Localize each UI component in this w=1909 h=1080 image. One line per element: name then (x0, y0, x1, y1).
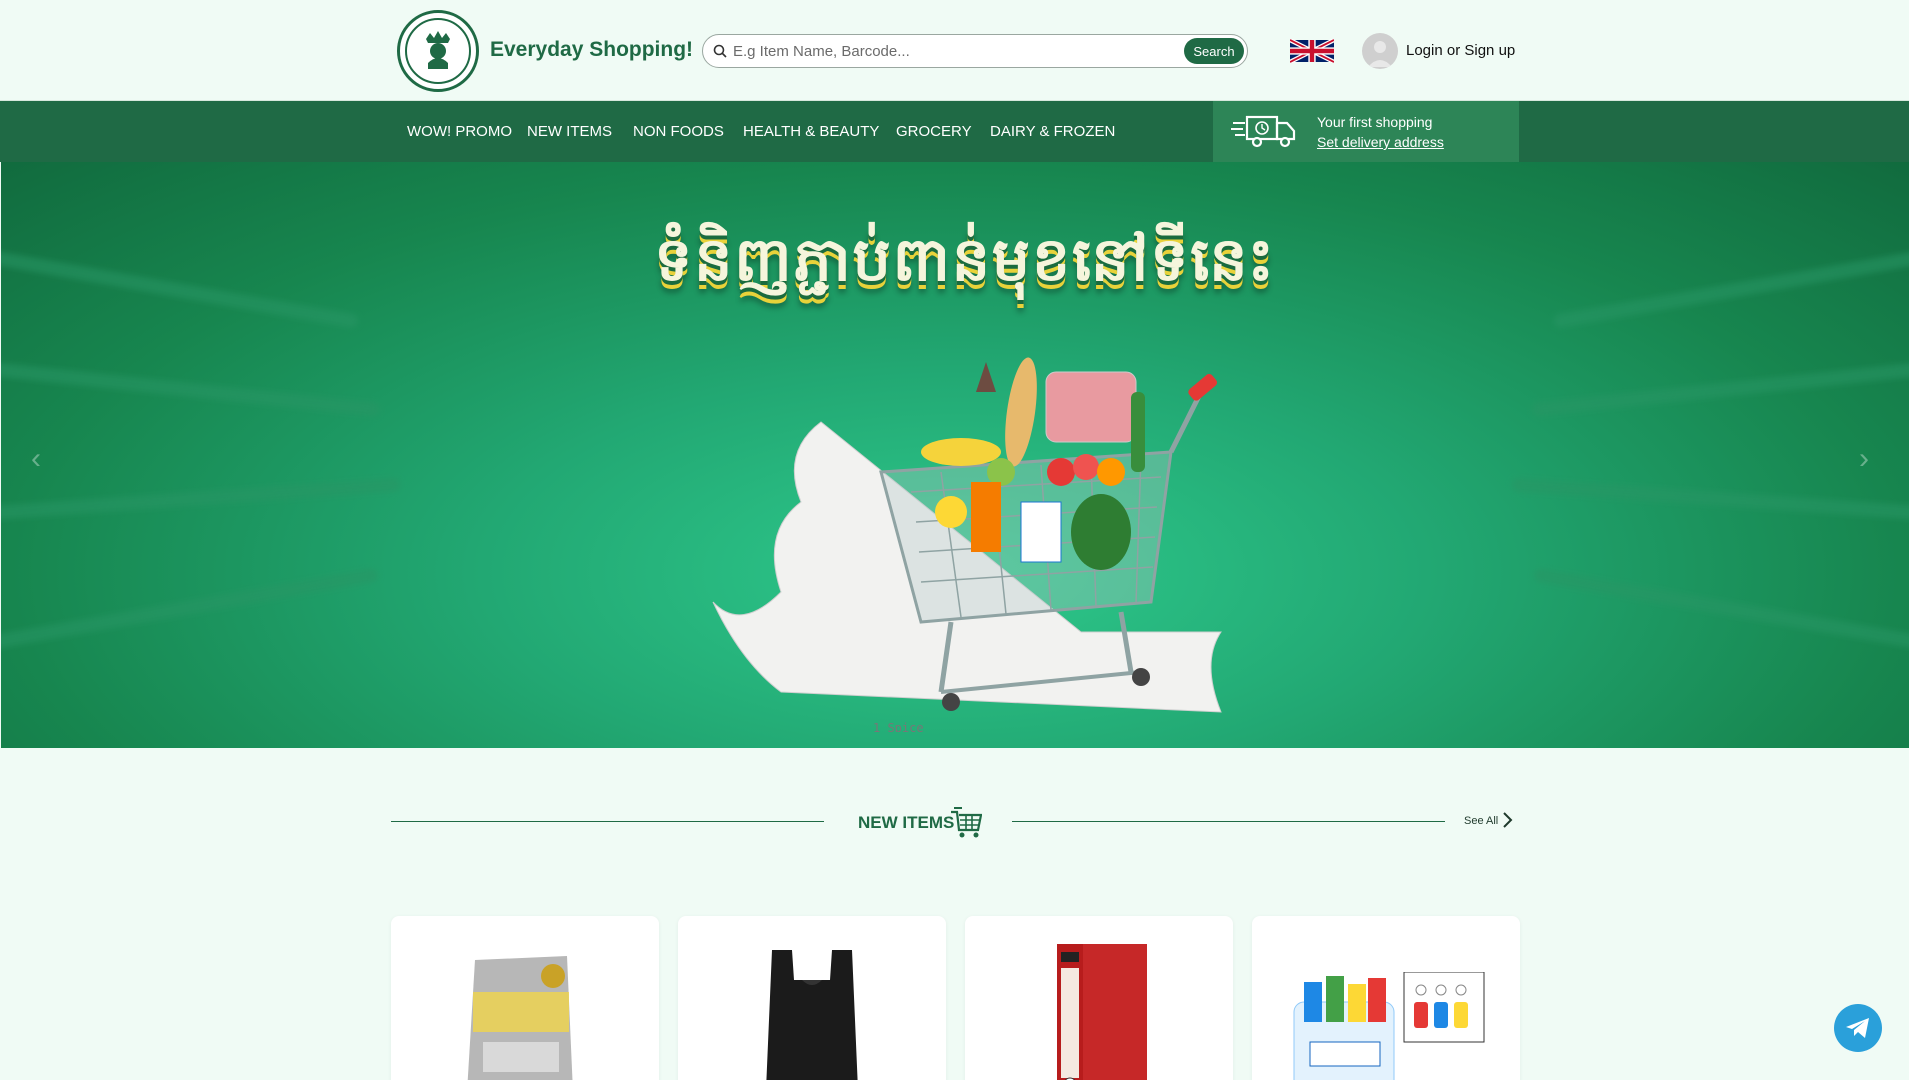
uk-flag-icon[interactable] (1290, 39, 1334, 63)
search-input[interactable] (733, 36, 1163, 66)
receipt-line-1: 1 Spice (873, 721, 924, 732)
site-header: Everyday Shopping! Search Login or Sign … (0, 0, 1909, 101)
set-delivery-address-link[interactable]: Set delivery address (1317, 134, 1444, 150)
search-icon (713, 44, 727, 58)
search-button[interactable]: Search (1184, 38, 1244, 64)
nav-item-grocery[interactable]: GROCERY (896, 123, 972, 140)
black-plastic-bag-product (766, 950, 858, 1080)
nav-item-dairy-frozen[interactable]: DAIRY & FROZEN (990, 123, 1115, 140)
nav-item-health-beauty[interactable]: HEALTH & BEAUTY (743, 123, 879, 140)
section-divider-right (1012, 821, 1445, 822)
cart-icon (951, 807, 982, 838)
delivery-truck-icon (1231, 115, 1296, 148)
rice-bag-product (467, 956, 573, 1080)
delivery-line1: Your first shopping (1317, 114, 1433, 130)
product-card[interactable] (678, 916, 946, 1080)
search-bar: Search (702, 34, 1248, 68)
nav-item-new-items[interactable]: NEW ITEMS (527, 123, 612, 140)
hero-banner[interactable]: ‹ › ទំនិញភ្ជាប់ពាន់មុខនៅទីនេះ 1 Spice (1, 162, 1909, 748)
red-binder-product (1057, 944, 1147, 1080)
nav-item-non-foods[interactable]: NON FOODS (633, 123, 724, 140)
carousel-next-icon[interactable]: › (1859, 442, 1869, 476)
hero-title: ទំនិញភ្ជាប់ពាន់មុខនៅទីនេះ (654, 225, 1276, 295)
product-card[interactable] (391, 916, 659, 1080)
carousel-prev-icon[interactable]: ‹ (31, 442, 41, 476)
telegram-chat-button[interactable] (1834, 1004, 1882, 1052)
chevron-right-icon[interactable] (1500, 811, 1514, 829)
king-mart-logo[interactable] (397, 10, 479, 92)
delivery-address-panel[interactable]: Your first shopping Set delivery address (1213, 101, 1519, 162)
king-logo-icon (426, 31, 450, 69)
shopping-cart-illustration: 1 Spice (712, 357, 1222, 732)
user-avatar-icon (1368, 41, 1392, 67)
login-signup-link[interactable]: Login or Sign up (1406, 42, 1515, 59)
section-title-new-items: NEW ITEMS (858, 813, 955, 832)
see-all-link[interactable]: See All (1464, 815, 1498, 827)
product-card[interactable] (1252, 916, 1520, 1080)
avatar[interactable] (1362, 33, 1398, 69)
telegram-icon (1846, 1018, 1869, 1038)
product-card[interactable] (965, 916, 1233, 1080)
colour-key-rings-product (1293, 972, 1485, 1080)
main-navigation: WOW! PROMO NEW ITEMS NON FOODS HEALTH & … (0, 101, 1909, 162)
section-divider-left (391, 821, 824, 822)
nav-item-wow-promo[interactable]: WOW! PROMO (407, 123, 512, 140)
tagline: Everyday Shopping! (490, 38, 694, 61)
